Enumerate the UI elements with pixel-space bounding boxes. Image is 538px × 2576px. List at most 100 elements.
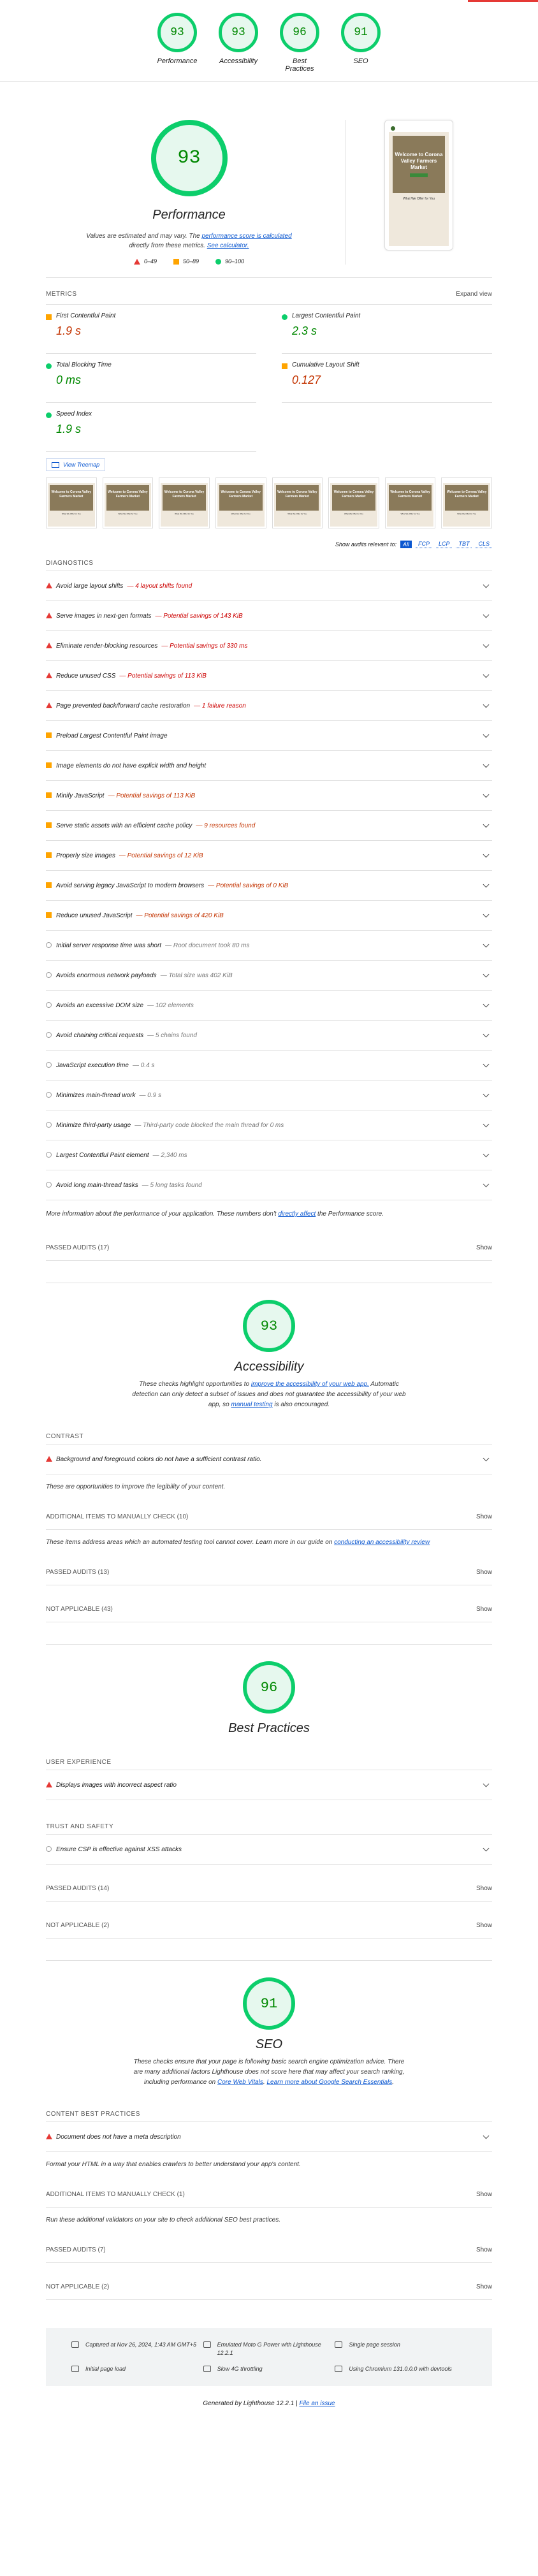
- seo-gauge[interactable]: 91: [243, 1977, 295, 2030]
- chevron-down-icon: [483, 911, 490, 918]
- audit-title: Avoids enormous network payloads: [56, 971, 157, 979]
- google-search-essentials-link[interactable]: Learn more about Google Search Essential…: [266, 2079, 392, 2086]
- diagnostic-audit[interactable]: Preload Largest Contentful Paint image: [46, 721, 492, 751]
- show-button[interactable]: Show: [476, 1885, 492, 1892]
- best-practices-not-applicable[interactable]: NOT APPLICABLE (2) Show: [46, 1913, 492, 1939]
- fail-triangle-icon: [133, 258, 140, 265]
- accessibility-gauge[interactable]: 93: [243, 1300, 295, 1352]
- performance-gauge[interactable]: 93: [150, 120, 228, 196]
- best-practices-gauge[interactable]: 96: [243, 1661, 295, 1714]
- improve-accessibility-link[interactable]: improve the accessibility of your web ap…: [251, 1381, 369, 1388]
- accessibility-not-applicable[interactable]: NOT APPLICABLE (43) Show: [46, 1597, 492, 1622]
- top-gauge-seo[interactable]: 91 SEO: [339, 13, 382, 73]
- seo-passed-audits[interactable]: PASSED AUDITS (7) Show: [46, 2238, 492, 2263]
- pass-circle-icon: [215, 258, 221, 265]
- audit-detail: — Potential savings of 0 KiB: [208, 882, 289, 889]
- final-screenshot[interactable]: Welcome to Corona Valley Farmers Market …: [384, 120, 453, 251]
- filter-chip-cls[interactable]: CLS: [476, 540, 492, 548]
- show-button[interactable]: Show: [476, 1513, 492, 1520]
- audit-detail: — 1 failure reason: [194, 702, 246, 709]
- audit-detail: — 102 elements: [147, 1001, 194, 1009]
- audit-title: Ensure CSP is effective against XSS atta…: [56, 1845, 182, 1853]
- diagnostic-audit[interactable]: Initial server response time was short — …: [46, 931, 492, 961]
- chevron-down-icon: [483, 1001, 490, 1008]
- aspect-ratio-audit[interactable]: Displays images with incorrect aspect ra…: [46, 1770, 492, 1800]
- expand-view-toggle[interactable]: Expand view: [456, 291, 492, 298]
- directly-affect-link[interactable]: directly affect: [278, 1211, 316, 1218]
- diagnostic-audit[interactable]: Serve images in next-gen formats — Potent…: [46, 601, 492, 631]
- audit-title: Serve images in next-gen formats: [56, 612, 152, 620]
- diagnostic-audit[interactable]: Minify JavaScript — Potential savings of …: [46, 781, 492, 811]
- diagnostic-audit[interactable]: Minimizes main-thread work — 0.9 s: [46, 1081, 492, 1110]
- manual-testing-link[interactable]: manual testing: [231, 1401, 273, 1408]
- diagnostic-audit[interactable]: Serve static assets with an efficient ca…: [46, 811, 492, 841]
- filter-chip-fcp[interactable]: FCP: [415, 540, 432, 548]
- performance-score-link[interactable]: performance score is calculated: [202, 233, 292, 240]
- show-button[interactable]: Show: [476, 1569, 492, 1576]
- performance-header: 93 Performance Values are estimated and …: [46, 82, 492, 278]
- pass-circle-icon: [282, 314, 287, 320]
- seo-manual-check[interactable]: ADDITIONAL ITEMS TO MANUALLY CHECK (1) S…: [46, 2182, 492, 2208]
- diagnostic-audit[interactable]: Avoid serving legacy JavaScript to moder…: [46, 871, 492, 901]
- filter-chip-lcp[interactable]: LCP: [435, 540, 453, 548]
- chrome-icon: [335, 2366, 343, 2372]
- average-square-icon: [173, 258, 179, 265]
- diagnostic-audit[interactable]: Avoid large layout shifts — 4 layout shif…: [46, 571, 492, 601]
- show-button[interactable]: Show: [476, 2283, 492, 2290]
- accessibility-manual-check[interactable]: ADDITIONAL ITEMS TO MANUALLY CHECK (10) …: [46, 1504, 492, 1530]
- metric-name: Largest Contentful Paint: [292, 312, 361, 319]
- diagnostic-audit[interactable]: Avoids enormous network payloads — Total …: [46, 961, 492, 991]
- performance-title: Performance: [152, 208, 226, 222]
- top-gauge-accessibility[interactable]: 93 Accessibility: [217, 13, 260, 73]
- chevron-down-icon: [483, 1061, 490, 1068]
- chevron-down-icon: [483, 1151, 490, 1158]
- diagnostic-audit[interactable]: Reduce unused JavaScript — Potential savi…: [46, 901, 492, 931]
- seo-not-applicable[interactable]: NOT APPLICABLE (2) Show: [46, 2274, 492, 2300]
- metrics-grid: First Contentful Paint 1.9 s Largest Conte…: [46, 305, 492, 452]
- filter-chip-all[interactable]: All: [400, 540, 412, 548]
- show-button[interactable]: Show: [476, 2191, 492, 2198]
- seo-manual-note: Run these additional validators on your …: [46, 2216, 280, 2223]
- diagnostic-audit[interactable]: Image elements do not have explicit widt…: [46, 751, 492, 781]
- audit-title: Background and foreground colors do not …: [56, 1455, 262, 1463]
- calculator-link[interactable]: See calculator.: [207, 242, 249, 249]
- diagnostic-audit[interactable]: Avoid chaining critical requests — 5 chai…: [46, 1021, 492, 1051]
- filmstrip-frame: Welcome to Corona Valley Farmers Market W…: [272, 477, 323, 528]
- accessibility-review-link[interactable]: conducting an accessibility review: [334, 1539, 430, 1546]
- diagnostic-audit[interactable]: Eliminate render-blocking resources — Pot…: [46, 631, 492, 661]
- contrast-audit[interactable]: Background and foreground colors do not …: [46, 1444, 492, 1474]
- diagnostic-audit[interactable]: Largest Contentful Paint element — 2,340 …: [46, 1140, 492, 1170]
- audit-detail: — Potential savings of 420 KiB: [136, 912, 224, 919]
- site-logo-icon: [391, 126, 395, 131]
- filter-chip-tbt[interactable]: TBT: [456, 540, 472, 548]
- top-gauge-performance[interactable]: 93 Performance: [156, 13, 199, 73]
- audit-detail: — 0.9 s: [139, 1091, 161, 1099]
- trust-safety-label: TRUST AND SAFETY: [46, 1819, 492, 1835]
- diagnostic-audit[interactable]: Minimize third-party usage — Third-party …: [46, 1110, 492, 1140]
- metric-largest-contentful-paint: Largest Contentful Paint 2.3 s: [282, 305, 492, 354]
- meta-description-audit[interactable]: Document does not have a meta descriptio…: [46, 2122, 492, 2152]
- best-practices-passed-audits[interactable]: PASSED AUDITS (14) Show: [46, 1876, 492, 1902]
- gauge-label: Performance: [157, 57, 198, 65]
- core-web-vitals-link[interactable]: Core Web Vitals: [217, 2079, 263, 2086]
- show-button[interactable]: Show: [476, 1606, 492, 1613]
- audit-detail: — 0.4 s: [132, 1061, 155, 1069]
- chevron-down-icon: [483, 701, 490, 708]
- top-gauge-best-practices[interactable]: 96 Best Practices: [278, 13, 321, 73]
- diagnostic-audit[interactable]: Avoid long main-thread tasks — 5 long tas…: [46, 1170, 492, 1200]
- show-button[interactable]: Show: [476, 1244, 492, 1251]
- diagnostic-audit[interactable]: Avoids an excessive DOM size — 102 elemen…: [46, 991, 492, 1021]
- csp-audit[interactable]: Ensure CSP is effective against XSS atta…: [46, 1835, 492, 1865]
- diagnostic-audit[interactable]: JavaScript execution time — 0.4 s: [46, 1051, 492, 1081]
- performance-passed-audits[interactable]: PASSED AUDITS (17) Show: [46, 1235, 492, 1261]
- diagnostic-audit[interactable]: Properly size images — Potential savings …: [46, 841, 492, 871]
- show-button[interactable]: Show: [476, 1922, 492, 1929]
- not-applicable-label: NOT APPLICABLE (2): [46, 1922, 110, 1929]
- diagnostic-audit[interactable]: Reduce unused CSS — Potential savings of …: [46, 661, 492, 691]
- diagnostic-audit[interactable]: Page prevented back/forward cache restor…: [46, 691, 492, 721]
- show-button[interactable]: Show: [476, 2246, 492, 2253]
- file-issue-link[interactable]: File an issue: [299, 2400, 335, 2407]
- chevron-down-icon: [483, 2132, 490, 2139]
- accessibility-passed-audits[interactable]: PASSED AUDITS (13) Show: [46, 1560, 492, 1585]
- view-treemap-button[interactable]: View Treemap: [46, 458, 106, 471]
